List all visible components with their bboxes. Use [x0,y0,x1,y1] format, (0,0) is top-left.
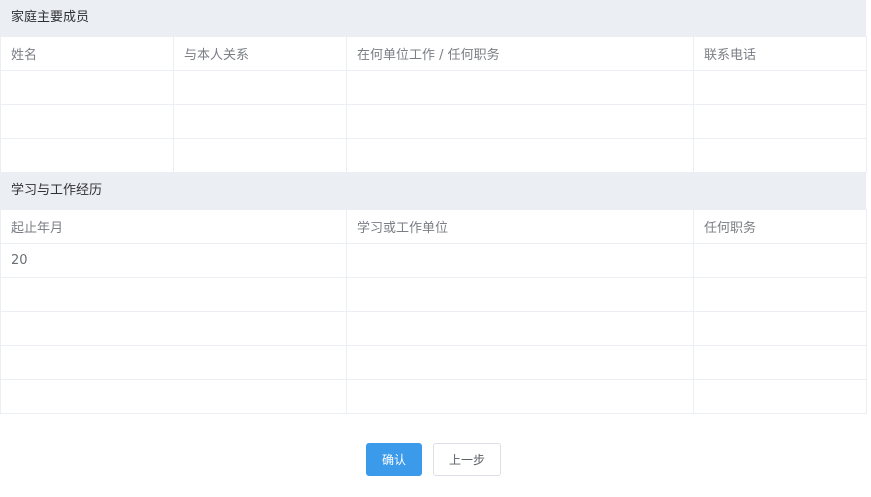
back-button[interactable]: 上一步 [433,443,501,476]
history-table: 起止年月 学习或工作单位 任何职务 20 [0,209,867,414]
form-actions: 确认 上一步 [366,443,501,476]
history-period-cell[interactable] [0,345,347,380]
col-header-relation: 与本人关系 [173,36,347,71]
table-row [0,70,867,105]
col-header-workplace-position: 在何单位工作 / 任何职务 [346,36,694,71]
table-row [0,104,867,139]
history-organization-cell[interactable] [346,277,694,312]
family-section-title: 家庭主要成员 [0,0,866,36]
table-row [0,311,867,346]
col-header-organization: 学习或工作单位 [346,209,694,244]
family-phone-cell[interactable] [693,70,867,105]
family-relation-cell[interactable] [173,138,347,173]
table-row [0,277,867,312]
family-workplace-cell[interactable] [346,70,694,105]
family-relation-cell[interactable] [173,70,347,105]
history-header-row: 起止年月 学习或工作单位 任何职务 [0,209,867,244]
history-position-cell[interactable] [693,277,867,312]
family-phone-cell[interactable] [693,104,867,139]
resume-form: 家庭主要成员 姓名 与本人关系 在何单位工作 / 任何职务 联系电话 学习与工作… [0,0,871,497]
history-organization-cell[interactable] [346,345,694,380]
table-row [0,138,867,173]
history-position-cell[interactable] [693,311,867,346]
col-header-phone: 联系电话 [693,36,867,71]
history-section-title: 学习与工作经历 [0,173,866,209]
family-phone-cell[interactable] [693,138,867,173]
history-position-cell[interactable] [693,379,867,414]
history-position-cell[interactable] [693,243,867,278]
family-relation-cell[interactable] [173,104,347,139]
history-organization-cell[interactable] [346,311,694,346]
family-name-cell[interactable] [0,104,174,139]
family-workplace-cell[interactable] [346,104,694,139]
history-organization-cell[interactable] [346,243,694,278]
confirm-button[interactable]: 确认 [366,443,422,476]
family-name-cell[interactable] [0,70,174,105]
col-header-position: 任何职务 [693,209,867,244]
history-organization-cell[interactable] [346,379,694,414]
family-name-cell[interactable] [0,138,174,173]
col-header-period: 起止年月 [0,209,347,244]
family-header-row: 姓名 与本人关系 在何单位工作 / 任何职务 联系电话 [0,36,867,71]
table-row [0,345,867,380]
history-period-cell[interactable] [0,379,347,414]
col-header-name: 姓名 [0,36,174,71]
history-period-cell[interactable]: 20 [0,243,347,278]
table-row [0,379,867,414]
history-position-cell[interactable] [693,345,867,380]
history-period-cell[interactable] [0,277,347,312]
history-period-cell[interactable] [0,311,347,346]
family-table: 姓名 与本人关系 在何单位工作 / 任何职务 联系电话 [0,36,867,173]
family-workplace-cell[interactable] [346,138,694,173]
table-row: 20 [0,243,867,278]
